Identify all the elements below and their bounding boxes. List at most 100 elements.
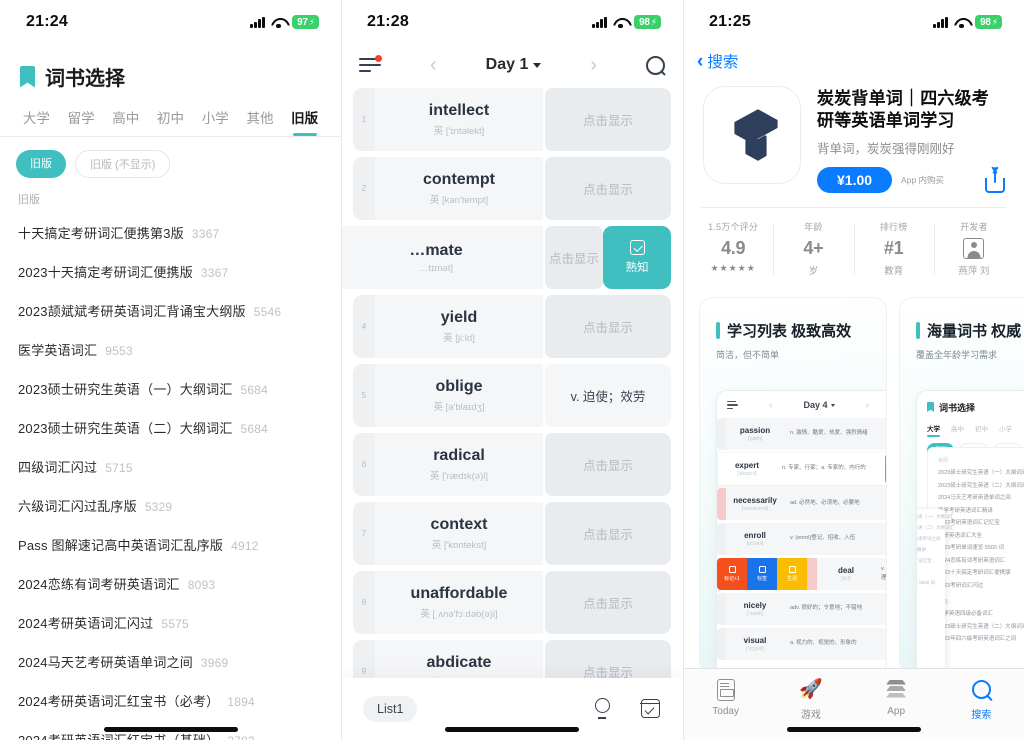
inner-tab: 初中 — [975, 425, 988, 433]
wordbook-count: 1894 — [227, 695, 255, 709]
word-text: expert — [734, 460, 759, 470]
definition-reveal-button[interactable]: 点击显示 — [545, 157, 671, 220]
hamburger-menu-icon[interactable] — [359, 54, 382, 74]
list-item[interactable]: 2023颉斌斌考研英语词汇背诵宝大纲版 5546 — [0, 291, 341, 330]
list-item[interactable]: 2024考研英语词汇红宝书（必考） 1894 — [0, 681, 341, 720]
inner-floating-panel: 2023硕士研究生英语（一）大纲词汇 2023硕士研究生英语（二）大纲词汇 20… — [917, 508, 954, 674]
calendar-check-icon[interactable] — [639, 698, 661, 720]
stat-developer[interactable]: 开发者 燕萍 刘 — [933, 218, 1014, 285]
share-icon[interactable] — [984, 166, 1006, 193]
list-item[interactable]: 2023硕士研究生英语（二）大纲词汇 5684 — [0, 408, 341, 447]
tab-search[interactable]: 搜索 — [939, 678, 1024, 721]
wordbook-count: 5329 — [144, 500, 173, 514]
word-row[interactable]: 6 radical 英 ['rædɪk(ə)l] 点击显示 — [353, 433, 671, 496]
row-number: 8 — [353, 571, 375, 634]
phonetic-text: ['vɪʒuəl] — [746, 645, 764, 652]
row-number: 2 — [353, 157, 375, 220]
charging-bolt-icon: ⚡ — [650, 16, 657, 27]
row-number — [717, 417, 726, 450]
word-row[interactable]: 2 contempt 英 [kən'tempt] 点击显示 — [353, 157, 671, 220]
definition-reveal-button[interactable]: 点击显示 — [545, 88, 671, 151]
battery-level: 98 — [639, 16, 650, 28]
status-time: 21:25 — [709, 13, 751, 30]
charging-bolt-icon: ⚡ — [308, 16, 315, 27]
search-icon[interactable] — [645, 55, 665, 75]
definition-reveal-button[interactable]: 点击显示 — [545, 502, 671, 565]
prev-day-button[interactable]: ‹ — [430, 55, 437, 75]
phonetic-text: 英 [ə'blaɪdʒ] — [433, 402, 485, 413]
stat-chart-rank[interactable]: 排行榜 #1 教育 — [853, 218, 934, 285]
tab-qita[interactable]: 其他 — [238, 107, 283, 136]
word-row[interactable]: 1 intellect 英 ['ɪntəlekt] 点击显示 — [353, 88, 671, 151]
word-cell: contempt 英 [kən'tempt] — [375, 157, 543, 220]
tab-daxue[interactable]: 大学 — [14, 107, 59, 136]
home-indicator — [103, 727, 238, 732]
word-text: enroll — [744, 530, 766, 540]
tab-games[interactable]: 🚀 游戏 — [768, 678, 853, 721]
list-item[interactable]: Pass 图解速记高中英语词汇乱序版 4912 — [0, 525, 341, 564]
word-row-swiped[interactable]: 3 …mate …tɪmət] 点击显示 熟知 — [341, 226, 671, 289]
definition-reveal-button[interactable]: 点击显示 — [545, 571, 671, 634]
status-indicators: 98 ⚡ — [592, 15, 661, 29]
word-text: deal — [837, 565, 854, 575]
word-cell: necessarily ['nesəsərəli] — [726, 487, 784, 520]
app-header: 炭炭背单词｜四六级考研等英语单词学习 背单词，炭炭强得刚刚好 ¥1.00 App… — [683, 82, 1024, 193]
row-number: 7 — [353, 502, 375, 565]
preview-card[interactable]: 海量词书 权威 覆盖全年龄学习需求 词书选择 大学 高中 初中 小学 考研 20… — [899, 296, 1024, 675]
wordbook-count: 3367 — [191, 227, 220, 241]
definition-reveal-button[interactable]: 点击显示 — [545, 433, 671, 496]
three-phone-screenshots: 21:24 97⚡ 词书选择 大学 留学 高中 初中 小学 其他 旧版 旧版 — [0, 0, 1024, 740]
word-row[interactable]: 5 oblige 英 [ə'blaɪdʒ] v. 迫使；效劳 — [353, 364, 671, 427]
list-item[interactable]: 四级词汇闪过 5715 — [0, 447, 341, 486]
wordbook-count: 5684 — [240, 383, 269, 397]
tab-gaozhong[interactable]: 高中 — [103, 107, 148, 136]
word-row[interactable]: 4 yield 英 [jiːld] 点击显示 — [353, 295, 671, 358]
list-item[interactable]: 2024考研英语词汇闪过 5575 — [0, 603, 341, 642]
tab-jiuban[interactable]: 旧版 — [282, 107, 327, 136]
chip-jiuban-hidden[interactable]: 旧版 (不显示) — [75, 150, 171, 178]
tag-icon — [758, 565, 766, 573]
definition-text: adv. 很好的；令意地；不错地 — [784, 592, 886, 625]
tab-chuzhong[interactable]: 初中 — [148, 107, 193, 136]
phonetic-text: 英 ['rædɪk(ə)l] — [430, 471, 488, 482]
word-text: radical — [433, 447, 485, 464]
list-item[interactable]: 2023十天搞定考研词汇便携版 3367 — [0, 252, 341, 291]
rocket-icon: 🚀 — [799, 679, 823, 700]
list-item[interactable]: 2024恋练有词考研英语词汇 8093 — [0, 564, 341, 603]
tab-xiaoxue[interactable]: 小学 — [193, 107, 238, 136]
new-word-button: 生词 — [777, 557, 807, 590]
list-item[interactable]: 医学英语词汇 9553 — [0, 330, 341, 369]
next-day-button[interactable]: › — [590, 55, 597, 75]
buy-button[interactable]: ¥1.00 — [817, 166, 893, 193]
list-item[interactable]: 2023硕士研究生英语（一）大纲词汇 5684 — [0, 369, 341, 408]
chip-jiuban[interactable]: 旧版 — [16, 150, 66, 178]
stat-age[interactable]: 年龄 4+ 岁 — [773, 218, 853, 285]
list-item[interactable]: 十天搞定考研词汇便携第3版 3367 — [0, 213, 341, 252]
definition-reveal-button[interactable]: 点击显示 — [545, 295, 671, 358]
tab-today[interactable]: Today — [683, 678, 768, 717]
back-label: 搜索 — [707, 54, 739, 71]
tab-apps[interactable]: App — [854, 678, 939, 717]
list-selector-button[interactable]: List1 — [363, 696, 418, 722]
stat-label: 开发者 — [960, 221, 988, 232]
lightbulb-icon[interactable] — [591, 698, 613, 720]
back-button[interactable]: ‹ 搜索 — [683, 44, 1024, 82]
list-item[interactable]: 2024马天艺考研英语单词之间 3969 — [0, 642, 341, 681]
word-row[interactable]: 8 unaffordable 英 [ˌʌnə'fɔːdəb(ə)l] 点击显示 — [353, 571, 671, 634]
status-time: 21:24 — [26, 13, 68, 30]
day-selector[interactable]: Day 1 — [486, 56, 542, 74]
word-row[interactable]: 7 context 英 ['kɒntekst] 点击显示 — [353, 502, 671, 565]
definition-reveal-button[interactable]: 点击显示 — [545, 226, 603, 289]
chevron-down-icon — [830, 403, 835, 407]
group-label: 旧版 — [18, 194, 40, 206]
stat-rating[interactable]: 1.5万个评分 4.9 ★★★★★ — [693, 218, 773, 285]
mark-familiar-button[interactable]: 熟知 — [603, 226, 671, 289]
inner-day-label: Day 4 — [803, 400, 828, 410]
preview-card[interactable]: 学习列表 极致高效 简洁，但不简单 ‹ Day 4 › passion ['pæ… — [699, 296, 887, 675]
screenshot-previews: 学习列表 极致高效 简洁，但不简单 ‹ Day 4 › passion ['pæ… — [683, 285, 1024, 675]
list-item[interactable]: 六级词汇闪过乱序版 5329 — [0, 486, 341, 525]
stat-value: 4.9 — [721, 237, 746, 258]
definition-text[interactable]: v. 迫使；效劳 — [545, 364, 671, 427]
wordbook-name: 2023硕士研究生英语（二）大纲词汇 — [18, 421, 233, 436]
tab-liuxue[interactable]: 留学 — [59, 107, 104, 136]
